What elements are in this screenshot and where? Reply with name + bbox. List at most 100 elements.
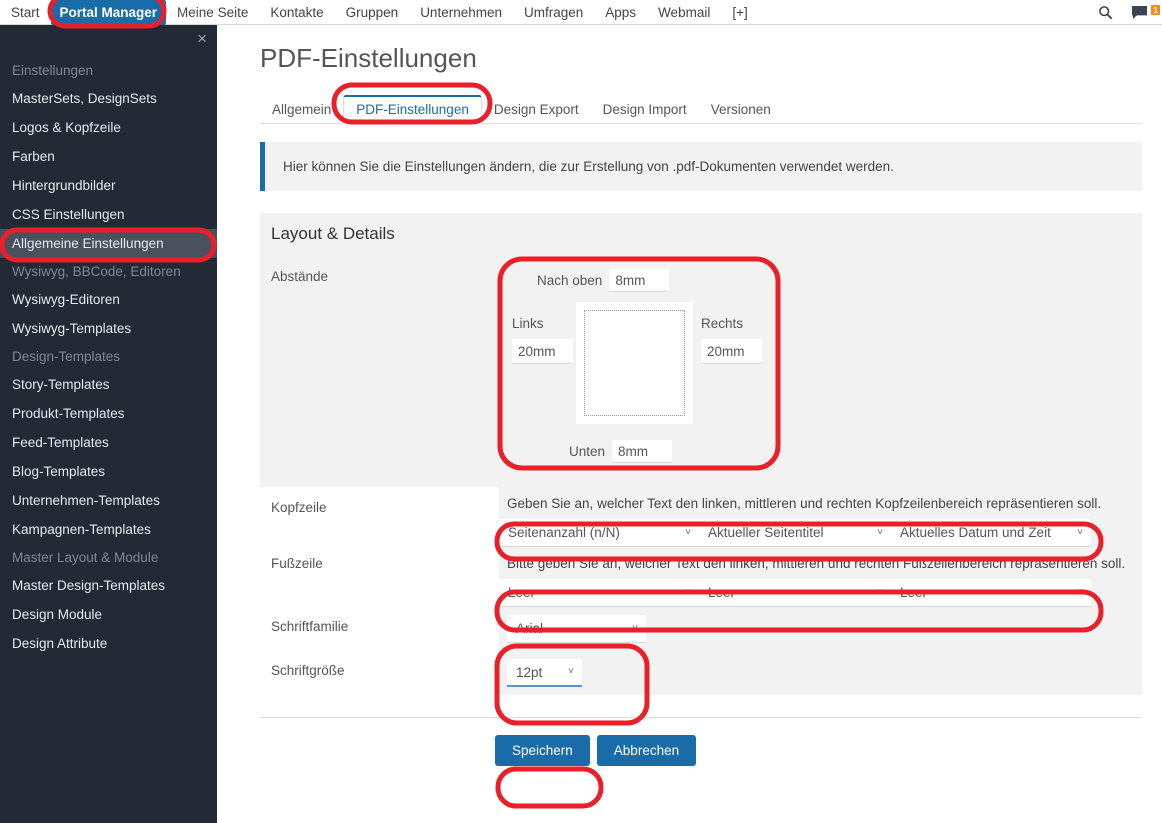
sidebar-item-farben[interactable]: Farben [0,142,217,171]
tab-bar: Allgemein PDF-Einstellungen Design Expor… [260,95,1142,124]
save-button[interactable]: Speichern [495,735,590,766]
fusszeile-select-strip: Leer ˅ Leer ˅ Leer ˅ [499,579,1142,607]
form-divider [260,717,1142,718]
nav-item-add[interactable]: [+] [721,0,758,25]
fusszeile-right-value: Leer [900,585,928,600]
tab-versionen[interactable]: Versionen [699,97,783,123]
form-actions: Speichern Abbrechen [495,735,1162,766]
message-bubble-icon[interactable]: 1 [1122,4,1162,20]
sidebar-item-kampagnen-templates[interactable]: Kampagnen-Templates [0,515,217,544]
sidebar-item-produkt-templates[interactable]: Produkt-Templates [0,399,217,428]
sidebar-item-design-module[interactable]: Design Module [0,600,217,629]
font-size-select[interactable]: 12pt ˅ [507,659,582,687]
kopfzeile-center-select[interactable]: Aktueller Seitentitel ˅ [699,519,891,547]
schriftgroesse-wrap: 12pt ˅ [499,651,1142,695]
chevron-down-icon: ˅ [877,586,883,598]
schriftfamilie-control: Arial ˅ [499,607,1142,651]
sidebar-item-unternehmen-templates[interactable]: Unternehmen-Templates [0,486,217,515]
tab-pdf-einstellungen[interactable]: PDF-Einstellungen [343,95,482,124]
fusszeile-left-value: Leer [508,585,536,600]
chevron-down-icon: ˅ [877,526,883,538]
fusszeile-control: Bitte geben Sie an, welcher Text den lin… [499,547,1142,607]
margins-control: Nach oben Links Rechts Unten [499,256,1142,487]
schriftgroesse-control: 12pt ˅ [499,651,1142,695]
page-title: PDF-Einstellungen [260,43,477,73]
label-abstaende: Abstände [271,269,329,284]
margin-bottom-label: Unten [569,444,606,459]
top-navigation-bar: Start Portal Manager Meine Seite Kontakt… [0,0,1162,25]
margin-left-input[interactable] [512,339,573,364]
cancel-button[interactable]: Abbrechen [596,735,697,766]
sidebar-item-feed-templates[interactable]: Feed-Templates [0,428,217,457]
sidebar-item-hintergrundbilder[interactable]: Hintergrundbilder [0,171,217,200]
font-family-value: Arial [516,621,544,636]
nav-item-apps[interactable]: Apps [594,0,647,25]
tab-allgemein[interactable]: Allgemein [260,97,343,123]
nav-item-portal-manager[interactable]: Portal Manager [50,0,167,25]
nav-item-gruppen[interactable]: Gruppen [335,0,410,25]
margin-top-label: Nach oben [537,273,603,288]
nav-item-unternehmen[interactable]: Unternehmen [409,0,513,25]
kopfzeile-control: Geben Sie an, welcher Text den linken, m… [499,487,1142,547]
kopfzeile-left-value: Seitenanzahl (n/N) [508,525,620,540]
margin-top-group: Nach oben [537,269,670,292]
fusszeile-left-select[interactable]: Leer ˅ [499,579,699,607]
row-schriftfamilie: Schriftfamilie Arial ˅ [260,607,1142,651]
section-header-layout-details: Layout & Details [260,213,1142,256]
margins-widget: Nach oben Links Rechts Unten [499,256,778,475]
sidebar-item-design-attribute[interactable]: Design Attribute [0,629,217,658]
search-icon[interactable] [1089,5,1122,20]
page-preview-content-area [584,310,685,416]
sidebar-group-master-layout-module: Master Layout & Module [12,550,159,565]
margin-left-group: Links [512,315,573,364]
sidebar-item-wysiwyg-editoren[interactable]: Wysiwyg-Editoren [0,285,217,314]
tab-design-export[interactable]: Design Export [482,97,591,123]
sidebar-item-allgemeine-einstellungen[interactable]: Allgemeine Einstellungen [0,229,217,258]
nav-item-kontakte[interactable]: Kontakte [259,0,334,25]
info-banner: Hier können Sie die Einstellungen ändern… [260,142,1142,191]
page-preview [576,302,693,424]
row-schriftgroesse: Schriftgröße 12pt ˅ [260,651,1142,695]
fusszeile-right-select[interactable]: Leer ˅ [891,579,1091,607]
sidebar-group-wysiwyg: Wysiwyg, BBCode, Editoren [12,264,181,279]
kopfzeile-hint: Geben Sie an, welcher Text den linken, m… [499,487,1142,519]
chevron-down-icon: ˅ [632,622,638,634]
nav-item-start[interactable]: Start [0,0,51,25]
sidebar-item-blog-templates[interactable]: Blog-Templates [0,457,217,486]
sidebar-group-einstellungen: Einstellungen [12,63,94,78]
sidebar-menu: Einstellungen MasterSets, DesignSets Log… [0,25,217,658]
sidebar: × Einstellungen MasterSets, DesignSets L… [0,25,217,823]
margin-right-input[interactable] [701,339,762,364]
row-abstaende: Abstände Nach oben Links Rechts [260,256,1142,487]
kopfzeile-left-select[interactable]: Seitenanzahl (n/N) ˅ [499,519,699,547]
kopfzeile-center-value: Aktueller Seitentitel [708,525,824,540]
font-family-select[interactable]: Arial ˅ [507,615,646,643]
nav-item-meine-seite[interactable]: Meine Seite [166,0,259,25]
sidebar-item-logos-kopfzeile[interactable]: Logos & Kopfzeile [0,113,217,142]
sidebar-item-story-templates[interactable]: Story-Templates [0,370,217,399]
font-size-value: 12pt [516,664,543,680]
margin-bottom-input[interactable] [612,440,673,463]
fusszeile-center-value: Leer [708,585,736,600]
chevron-down-icon: ˅ [685,526,691,538]
nav-item-webmail[interactable]: Webmail [647,0,721,25]
nav-item-umfragen[interactable]: Umfragen [513,0,594,25]
label-fusszeile: Fußzeile [271,556,323,571]
schriftfamilie-wrap: Arial ˅ [499,607,1142,651]
sidebar-item-master-design-templates[interactable]: Master Design-Templates [0,571,217,600]
fusszeile-center-select[interactable]: Leer ˅ [699,579,891,607]
row-kopfzeile: Kopfzeile Geben Sie an, welcher Text den… [260,487,1142,547]
margin-top-input[interactable] [609,269,670,292]
tab-design-import[interactable]: Design Import [591,97,699,123]
kopfzeile-right-value: Aktuelles Datum und Zeit [900,525,1051,540]
kopfzeile-select-strip: Seitenanzahl (n/N) ˅ Aktueller Seitentit… [499,519,1142,547]
label-kopfzeile: Kopfzeile [271,500,327,515]
sidebar-item-mastersets-designsets[interactable]: MasterSets, DesignSets [0,84,217,113]
chevron-down-icon: ˅ [1077,526,1083,538]
sidebar-item-css-einstellungen[interactable]: CSS Einstellungen [0,200,217,229]
chevron-down-icon: ˅ [568,666,574,677]
sidebar-item-wysiwyg-templates[interactable]: Wysiwyg-Templates [0,314,217,343]
sidebar-group-design-templates: Design-Templates [12,349,121,364]
close-icon[interactable]: × [197,30,207,47]
kopfzeile-right-select[interactable]: Aktuelles Datum und Zeit ˅ [891,519,1091,547]
